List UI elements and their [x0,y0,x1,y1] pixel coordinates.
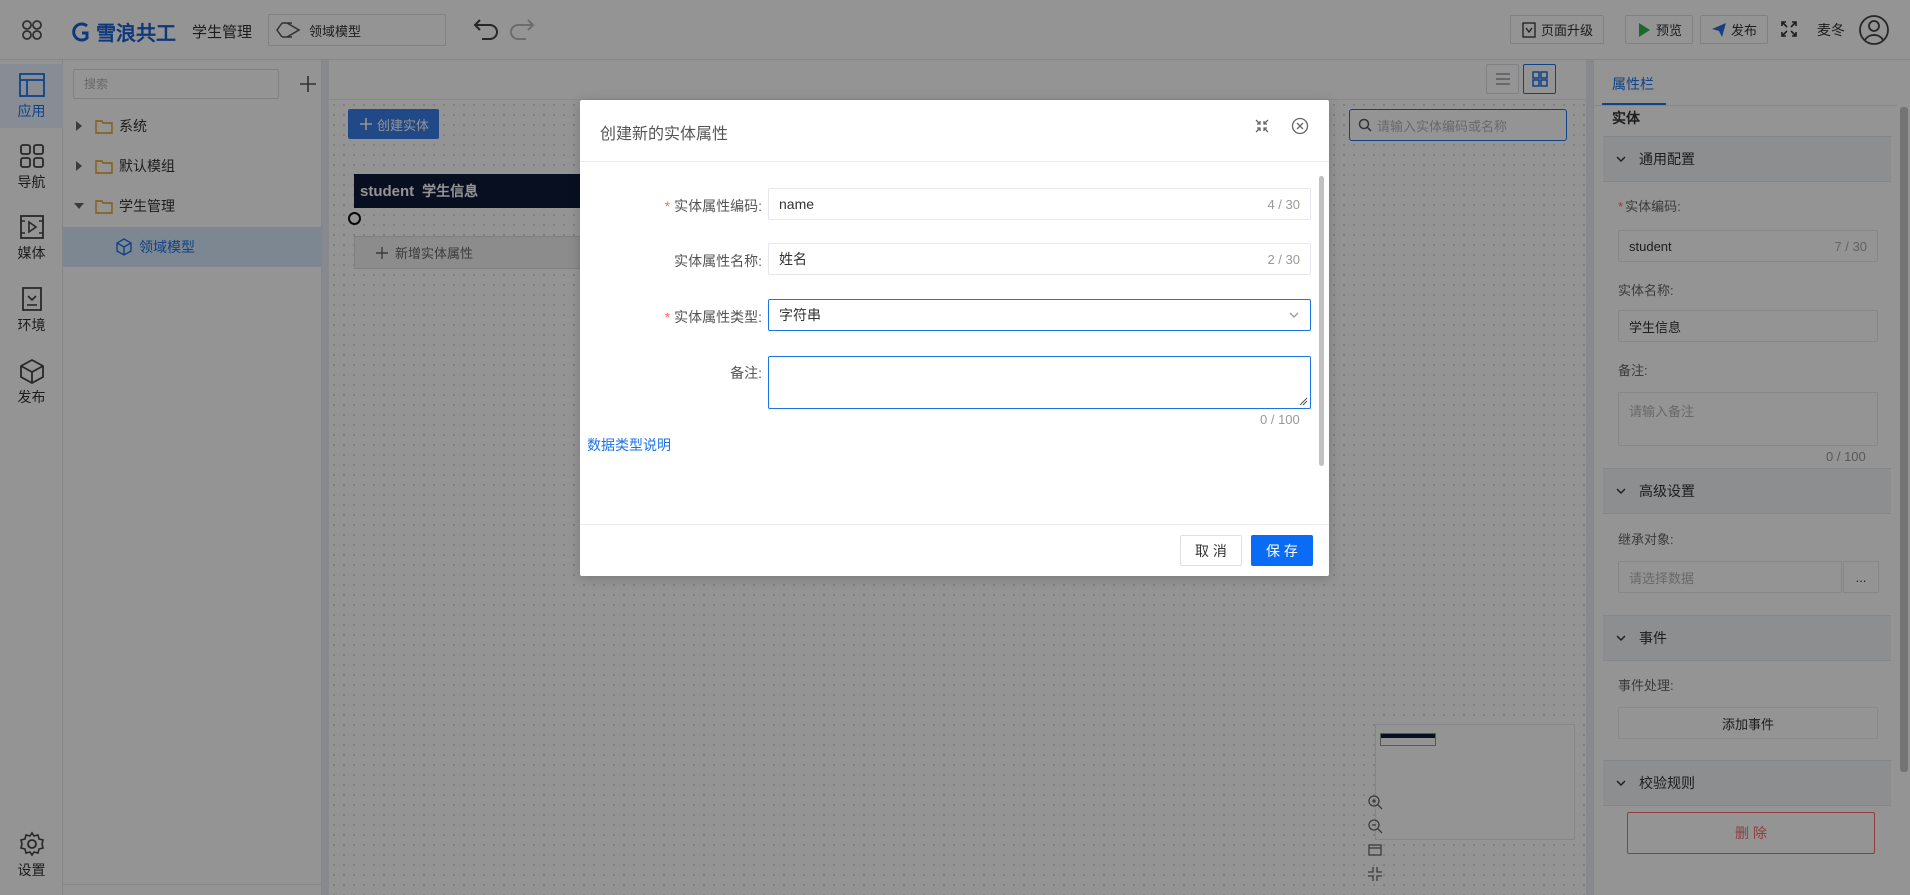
attr-name-label: 实体属性名称: [674,253,762,269]
create-attribute-dialog: 创建新的实体属性 * 实体属性编码: name 4 / 30 实体属性名称: 姓名… [580,100,1329,576]
save-button[interactable]: 保 存 [1251,535,1313,566]
attr-type-value: 字符串 [779,307,821,323]
remark-count: 0 / 100 [1260,412,1300,427]
attr-name-field[interactable]: 姓名 2 / 30 [768,243,1311,275]
dialog-title: 创建新的实体属性 [600,126,729,143]
divider [580,161,1329,162]
char-count: 4 / 30 [1267,196,1300,212]
close-icon[interactable] [1291,117,1309,138]
scrollbar[interactable] [1319,176,1324,466]
divider [580,524,1329,525]
chevron-down-icon [1289,312,1299,318]
attr-type-label: * 实体属性类型: [664,309,762,325]
resize-handle-icon[interactable] [1299,397,1308,406]
attr-code-field[interactable]: name 4 / 30 [768,188,1311,220]
cancel-button[interactable]: 取 消 [1180,535,1242,566]
attr-name-value: 姓名 [779,251,807,267]
attr-remark-textarea[interactable] [768,356,1311,409]
attr-code-value: name [779,196,815,212]
attr-remark-label: 备注: [730,365,762,381]
attr-type-select[interactable]: 字符串 [768,299,1311,331]
attr-code-label: * 实体属性编码: [664,198,762,214]
char-count: 2 / 30 [1267,251,1300,267]
maximize-icon[interactable] [1254,118,1270,137]
data-type-help-link[interactable]: 数据类型说明 [587,435,671,455]
